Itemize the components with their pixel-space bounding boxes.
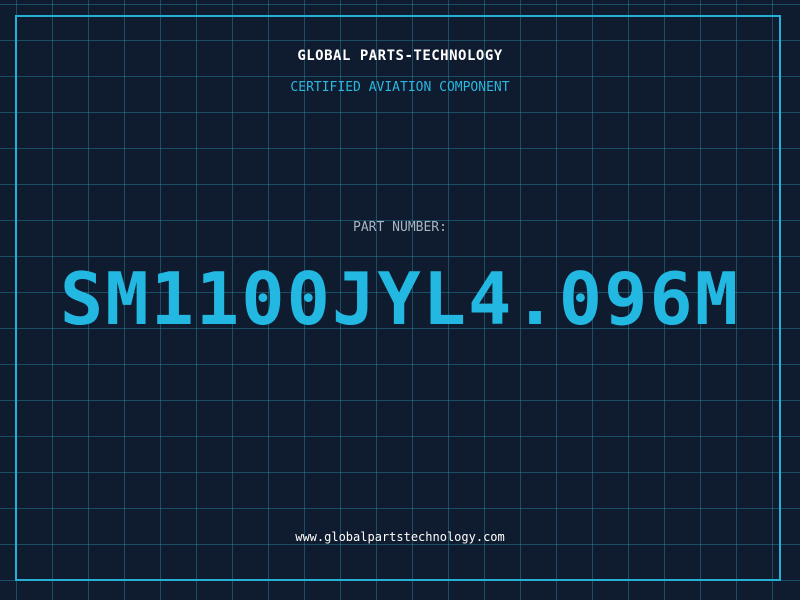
part-number-value: SM1100JYL4.096M: [59, 257, 741, 341]
company-name: GLOBAL PARTS-TECHNOLOGY: [297, 48, 503, 64]
certification-subtitle: CERTIFIED AVIATION COMPONENT: [290, 80, 510, 95]
part-number-label: PART NUMBER:: [353, 220, 447, 235]
website-url: www.globalpartstechnology.com: [295, 530, 505, 544]
